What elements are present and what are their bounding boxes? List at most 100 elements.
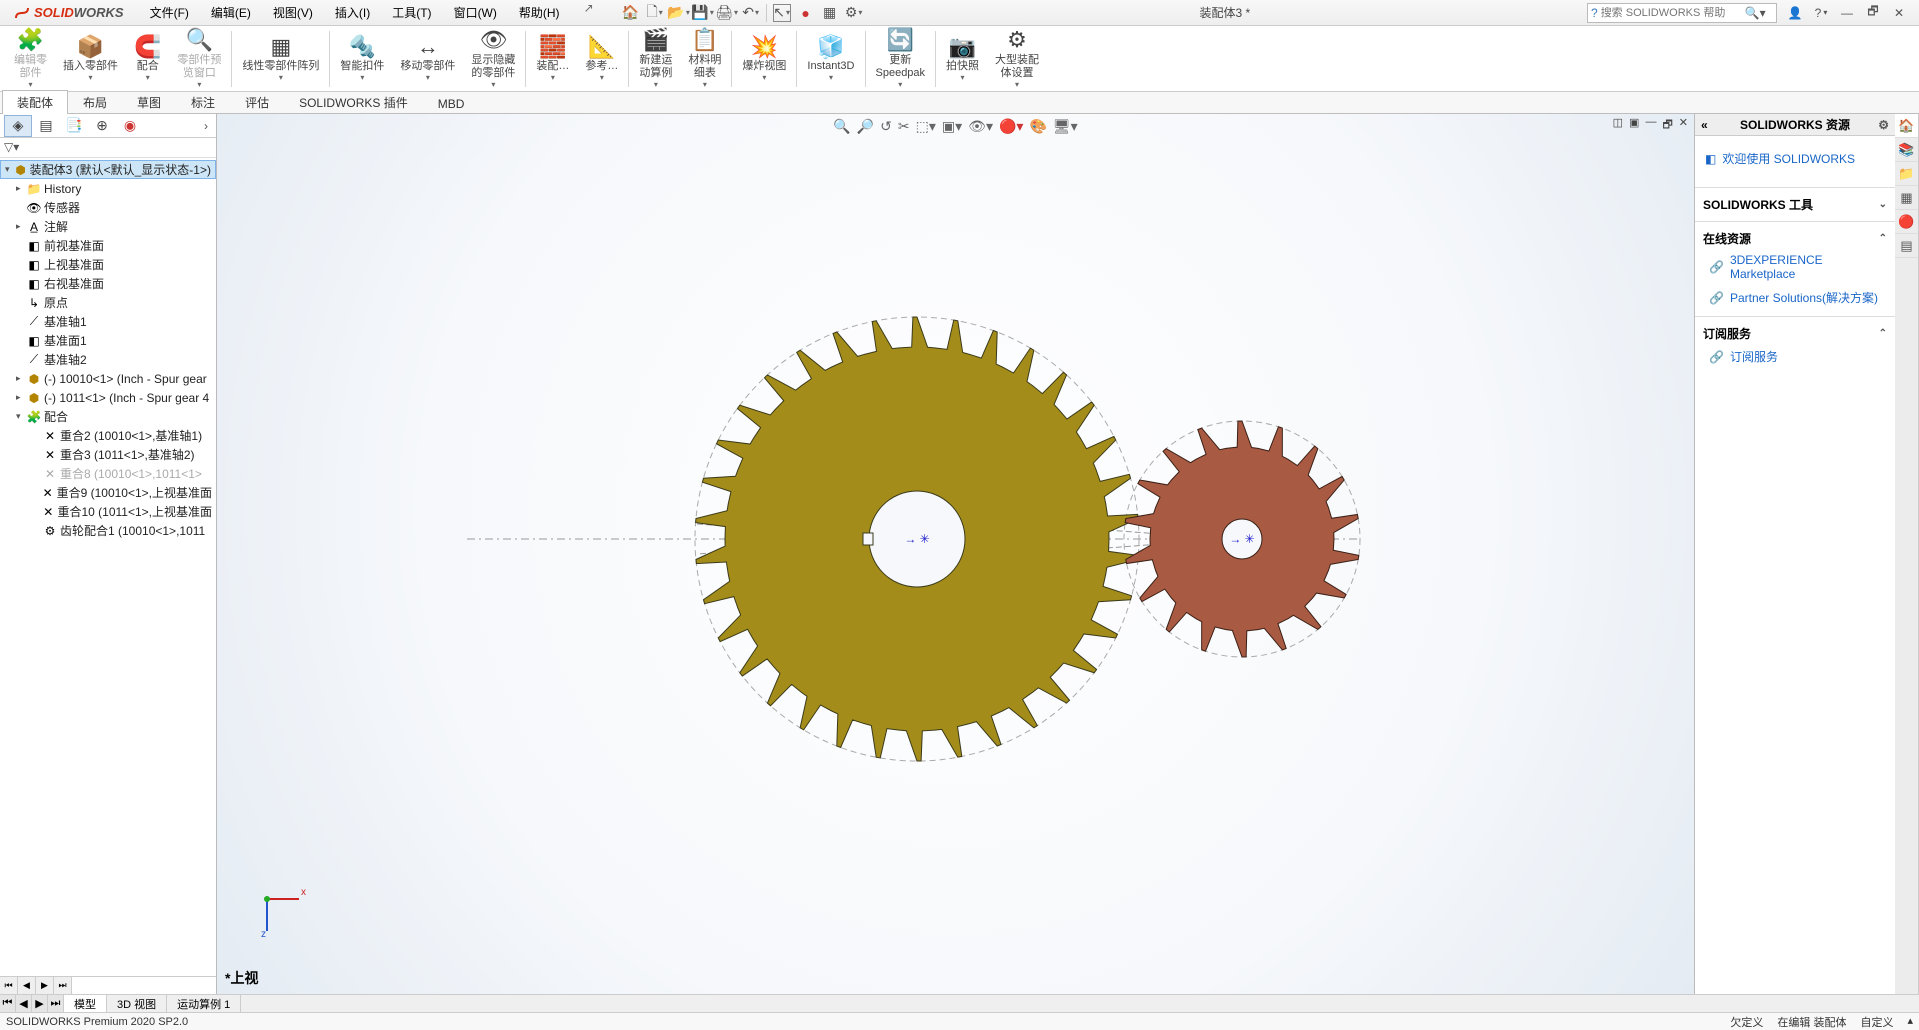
model-tab[interactable]: 3D 视图 [107, 995, 167, 1012]
view-palette-tab-icon[interactable]: ▦ [1895, 186, 1918, 210]
design-lib-tab-icon[interactable]: 📚 [1895, 138, 1918, 162]
tree-node[interactable]: ▾🧩配合 [0, 407, 216, 426]
ribbon-btn[interactable]: 🧱装配…▾ [528, 28, 577, 90]
zoom-area-icon[interactable]: 🔎 [857, 118, 874, 135]
file-explorer-tab-icon[interactable]: 📁 [1895, 162, 1918, 186]
print-icon[interactable]: 🖨 [718, 4, 736, 22]
ribbon-btn[interactable]: 🔩智能扣件▾ [332, 28, 392, 90]
appearances-tab-icon[interactable]: 🔴 [1895, 210, 1918, 234]
restore-icon[interactable]: 🗗 [1865, 5, 1881, 21]
tree-nav-next-icon[interactable]: ▶ [36, 977, 54, 994]
zoom-fit-icon[interactable]: 🔍 [833, 118, 850, 135]
custom-props-tab-icon[interactable]: ▤ [1895, 234, 1918, 258]
help-search-input[interactable] [1601, 7, 1741, 19]
undo-icon[interactable]: ↶ [742, 4, 760, 22]
property-tab-icon[interactable]: ▤ [32, 115, 60, 137]
task-group-title[interactable]: SOLIDWORKS 工具⌄ [1703, 194, 1887, 215]
open-icon[interactable]: 📂 [670, 4, 688, 22]
ribbon-btn[interactable]: 🧲配合▾ [126, 28, 169, 90]
ribbon-btn[interactable]: 👁显示隐藏的零部件▾ [463, 28, 523, 90]
tree-node[interactable]: ◧基准面1 [0, 331, 216, 350]
cmd-tab[interactable]: 评估 [230, 90, 284, 114]
task-group-item[interactable]: 🔗3DEXPERIENCE Marketplace [1703, 249, 1887, 285]
ribbon-btn[interactable]: ↔移动零部件▾ [392, 28, 463, 90]
cmd-tab[interactable]: 装配体 [2, 90, 68, 114]
task-group-title[interactable]: 在线资源⌃ [1703, 228, 1887, 249]
tree-node[interactable]: ✕重合8 (10010<1>,1011<1> [0, 464, 216, 483]
ribbon-btn[interactable]: 📋材料明细表▾ [680, 28, 729, 90]
task-group-item[interactable]: 🔗订阅服务 [1703, 344, 1887, 369]
vp-win2-icon[interactable]: ▣ [1629, 116, 1639, 135]
menu-insert[interactable]: 插入(I) [329, 1, 376, 24]
menu-window[interactable]: 窗口(W) [448, 1, 503, 24]
welcome-link[interactable]: ◧ 欢迎使用 SOLIDWORKS [1705, 150, 1885, 167]
tree-nav-last-icon[interactable]: ⏭ [54, 977, 72, 994]
cmd-tab[interactable]: 标注 [176, 90, 230, 114]
settings-gear-icon[interactable]: ⚙ [845, 4, 863, 22]
appearance-icon[interactable]: 🔴▾ [999, 118, 1023, 135]
ribbon-btn[interactable]: ▦线性零部件阵列▾ [234, 28, 327, 90]
dim-tab-icon[interactable]: ⊕ [88, 115, 116, 137]
display-style-icon[interactable]: ▣▾ [942, 118, 962, 135]
menu-edit[interactable]: 编辑(E) [205, 1, 257, 24]
tab-nav-last-icon[interactable]: ⏭ [48, 995, 64, 1012]
tree-node[interactable]: ↳原点 [0, 293, 216, 312]
options-icon[interactable]: ▦ [821, 4, 839, 22]
tree-node[interactable]: ▸⬢(-) 1011<1> (Inch - Spur gear 4 [0, 388, 216, 407]
appearance-tab-icon[interactable]: ◉ [116, 115, 144, 137]
prev-view-icon[interactable]: ↺ [880, 118, 892, 135]
section-view-icon[interactable]: ✂ [898, 118, 910, 135]
tree-node[interactable]: ✕重合2 (10010<1>,基准轴1) [0, 426, 216, 445]
tree-node[interactable]: ▸📁History [0, 179, 216, 198]
hide-show-icon[interactable]: 👁▾ [968, 118, 993, 135]
ribbon-btn[interactable]: 📷拍快照▾ [938, 28, 987, 90]
help-search-box[interactable]: ? 🔍▾ [1587, 3, 1777, 23]
tree-nav-prev-icon[interactable]: ◀ [18, 977, 36, 994]
vp-close-icon[interactable]: ✕ [1679, 116, 1688, 135]
view-orient-icon[interactable]: ⬚▾ [916, 118, 936, 135]
tree-node[interactable]: ⟋基准轴1 [0, 312, 216, 331]
tab-nav-first-icon[interactable]: ⏮ [0, 995, 16, 1012]
tree-node[interactable]: ✕重合10 (1011<1>,上视基准面 [0, 502, 216, 521]
cmd-tab[interactable]: 草图 [122, 90, 176, 114]
config-tab-icon[interactable]: 📑 [60, 115, 88, 137]
tree-expand-icon[interactable]: › [200, 119, 212, 133]
menu-tools[interactable]: 工具(T) [386, 1, 437, 24]
ribbon-btn[interactable]: 💥爆炸视图▾ [734, 28, 794, 90]
search-icon[interactable]: 🔍▾ [1741, 6, 1770, 20]
tree-node[interactable]: ✕重合3 (1011<1>,基准轴2) [0, 445, 216, 464]
vp-min-icon[interactable]: — [1645, 116, 1656, 135]
tree-filter[interactable]: ▽▾ [0, 138, 216, 158]
model-tab[interactable]: 运动算例 1 [167, 995, 241, 1012]
tree-nav-first-icon[interactable]: ⏮ [0, 977, 18, 994]
cmd-tab[interactable]: MBD [423, 93, 480, 114]
select-icon[interactable]: ↖ [773, 4, 791, 22]
model-tab[interactable]: 模型 [64, 995, 107, 1012]
resources-tab-icon[interactable]: 🏠 [1895, 114, 1918, 138]
save-icon[interactable]: 💾 [694, 4, 712, 22]
minimize-icon[interactable]: — [1839, 5, 1855, 21]
tree-root[interactable]: ▾⬢ 装配体3 (默认<默认_显示状态-1>) [0, 160, 216, 179]
task-group-item[interactable]: 🔗Partner Solutions(解决方案) [1703, 285, 1887, 310]
home-icon[interactable]: 🏠 [622, 4, 640, 22]
task-group-title[interactable]: 订阅服务⌃ [1703, 323, 1887, 344]
status-custom[interactable]: 自定义 [1860, 1014, 1893, 1030]
scene-icon[interactable]: 🎨 [1029, 118, 1046, 135]
tree-node[interactable]: ◧上视基准面 [0, 255, 216, 274]
new-icon[interactable]: 🗋 [646, 4, 664, 22]
ribbon-btn[interactable]: 📦插入零部件▾ [55, 28, 126, 90]
user-icon[interactable]: 👤 [1787, 5, 1803, 21]
ribbon-btn[interactable]: 📐参考…▾ [577, 28, 626, 90]
tree-node[interactable]: ◧右视基准面 [0, 274, 216, 293]
tree-node[interactable]: ✕重合9 (10010<1>,上视基准面 [0, 483, 216, 502]
view-triad-icon[interactable]: x z [247, 879, 307, 939]
vp-max-icon[interactable]: 🗗 [1662, 116, 1672, 135]
feature-tree-tab-icon[interactable]: ◈ [4, 115, 32, 137]
ribbon-btn[interactable]: 🔄更新Speedpak▾ [868, 28, 934, 90]
status-arrow-icon[interactable]: ▴ [1907, 1014, 1913, 1030]
close-icon[interactable]: ✕ [1891, 5, 1907, 21]
ribbon-btn[interactable]: ⚙大型装配体设置▾ [987, 28, 1047, 90]
tree-node[interactable]: ▸A̲注解 [0, 217, 216, 236]
tree-node[interactable]: ▸⬢(-) 10010<1> (Inch - Spur gear [0, 369, 216, 388]
rebuild-icon[interactable]: ● [797, 4, 815, 22]
